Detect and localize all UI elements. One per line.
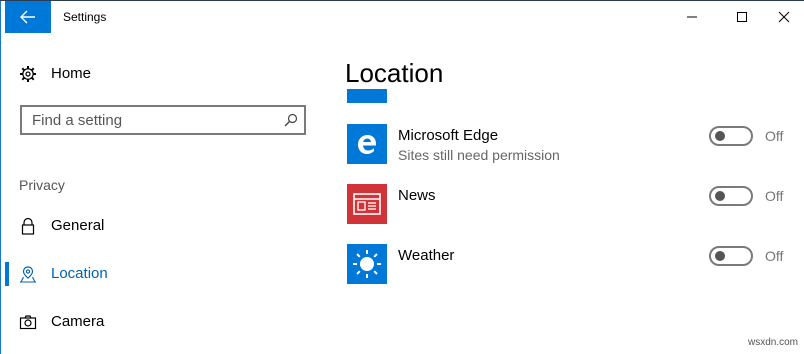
app-name: News <box>398 187 436 204</box>
location-toggle[interactable] <box>709 126 753 146</box>
camera-icon <box>19 315 37 330</box>
gear-icon <box>20 66 36 82</box>
search-input[interactable] <box>22 107 287 133</box>
app-tile <box>347 244 387 284</box>
app-row-microsoft-edge: Microsoft Edge Sites still need permissi… <box>347 124 797 164</box>
partial-app-tile <box>347 89 387 103</box>
app-subtitle: Sites still need permission <box>398 147 560 163</box>
maximize-button[interactable] <box>719 1 765 33</box>
back-button[interactable] <box>5 1 51 33</box>
edge-icon <box>358 135 376 154</box>
nav-home[interactable]: Home <box>5 56 315 92</box>
toggle-knob <box>715 191 725 201</box>
nav-item-general[interactable]: General <box>5 208 315 244</box>
nav-item-label: Camera <box>51 313 105 330</box>
nav-item-label: Location <box>51 265 108 282</box>
app-row-weather: Weather Off <box>347 244 797 284</box>
toggle-knob <box>715 251 725 261</box>
app-name: Weather <box>398 247 455 264</box>
location-toggle[interactable] <box>709 246 753 266</box>
app-row-news: News Off <box>347 184 797 224</box>
settings-window: Settings Home Find a setting Privacy Gen… <box>0 1 804 354</box>
close-icon <box>778 11 790 23</box>
nav-item-location[interactable]: Location <box>5 256 315 292</box>
toggle-state-label: Off <box>765 128 784 144</box>
close-button[interactable] <box>761 1 804 33</box>
search-button[interactable] <box>280 110 302 130</box>
selection-indicator <box>5 262 9 286</box>
toggle-knob <box>715 131 725 141</box>
app-tile <box>347 124 387 164</box>
nav-section-label: Privacy <box>19 177 65 193</box>
location-toggle[interactable] <box>709 186 753 206</box>
search-icon <box>284 113 298 127</box>
maximize-icon <box>737 12 747 22</box>
lock-icon <box>21 217 35 235</box>
app-name: Microsoft Edge <box>398 127 499 144</box>
minimize-button[interactable] <box>669 1 715 33</box>
minimize-icon <box>687 16 697 18</box>
toggle-state-label: Off <box>765 248 784 264</box>
back-arrow-icon <box>20 10 35 24</box>
nav-item-camera[interactable]: Camera <box>5 304 315 340</box>
nav-item-label: General <box>51 217 105 234</box>
weather-icon <box>353 250 381 278</box>
news-icon <box>353 193 381 215</box>
page-title: Location <box>345 58 444 88</box>
toggle-state-label: Off <box>765 188 784 204</box>
watermark: wsxdn.com <box>748 337 799 348</box>
window-title: Settings <box>63 10 107 24</box>
nav-home-label: Home <box>51 65 92 82</box>
app-tile <box>347 184 387 224</box>
title-bar: Settings <box>1 1 804 33</box>
search-box[interactable] <box>20 105 306 135</box>
location-icon <box>20 266 36 283</box>
